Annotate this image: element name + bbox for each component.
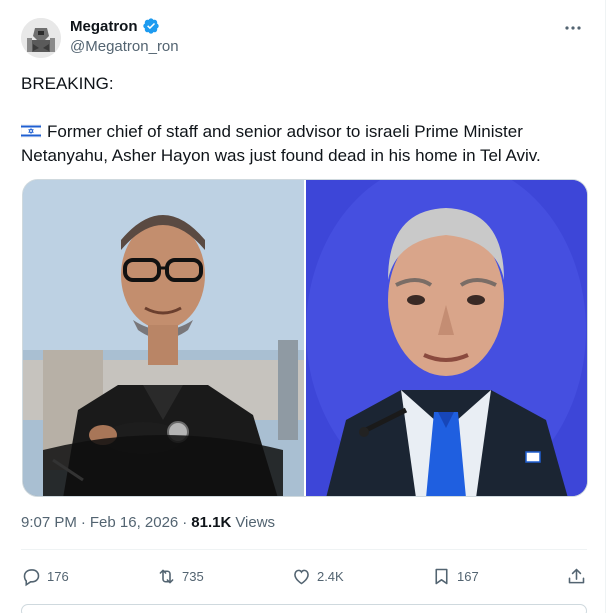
author-name-row[interactable]: Megatron bbox=[70, 17, 160, 35]
tweet-headline: BREAKING: bbox=[21, 74, 114, 93]
meta-separator: · bbox=[80, 514, 86, 531]
repost-icon bbox=[159, 569, 174, 583]
tweet-body: Former chief of staff and senior advisor… bbox=[21, 122, 541, 165]
photo-netanyahu-illustration bbox=[306, 180, 587, 496]
display-name[interactable]: Megatron bbox=[70, 18, 138, 35]
tweet-card: Megatron @Megatron_ron BREAKING: Former … bbox=[0, 0, 606, 613]
views-label: Views bbox=[235, 514, 276, 531]
divider bbox=[21, 549, 587, 550]
heart-icon bbox=[294, 569, 309, 584]
more-options-button[interactable] bbox=[563, 18, 583, 38]
bookmark-count: 167 bbox=[457, 568, 479, 584]
media-grid[interactable] bbox=[22, 179, 588, 497]
photo-man-with-glasses[interactable] bbox=[23, 180, 304, 496]
share-icon bbox=[568, 568, 585, 583]
verified-badge-icon bbox=[142, 18, 159, 34]
tweet-text: BREAKING: Former chief of staff and seni… bbox=[21, 72, 591, 168]
tweet-date[interactable]: Feb 16, 2026 bbox=[90, 514, 178, 531]
meta-separator: · bbox=[182, 514, 188, 531]
avatar[interactable] bbox=[21, 18, 61, 58]
views-count: 81.1K bbox=[191, 514, 232, 531]
reply-count: 176 bbox=[47, 568, 69, 584]
tweet-time[interactable]: 9:07 PM bbox=[21, 514, 77, 531]
israel-flag-icon bbox=[21, 124, 41, 138]
more-dots-icon bbox=[565, 26, 581, 30]
like-count: 2.4K bbox=[316, 568, 344, 584]
like-button[interactable]: 2.4K bbox=[291, 566, 344, 587]
bookmark-button[interactable]: 167 bbox=[431, 566, 479, 587]
author-handle[interactable]: @Megatron_ron bbox=[70, 38, 179, 55]
tweet-body-paragraph: Former chief of staff and senior advisor… bbox=[21, 120, 591, 168]
robot-avatar-icon bbox=[21, 18, 61, 58]
photo-man-with-glasses-illustration bbox=[23, 180, 304, 496]
repost-button[interactable]: 735 bbox=[156, 566, 204, 587]
action-bar: 176 735 2.4K 167 bbox=[21, 562, 587, 590]
tweet-meta: 9:07 PM · Feb 16, 2026 · 81.1K Views bbox=[21, 514, 275, 531]
bookmark-icon bbox=[435, 568, 448, 584]
reply-button[interactable]: 176 bbox=[21, 566, 69, 587]
share-button[interactable] bbox=[566, 566, 587, 587]
reply-icon bbox=[23, 568, 40, 586]
reply-composer-edge[interactable] bbox=[21, 604, 587, 613]
photo-netanyahu[interactable] bbox=[306, 180, 587, 496]
repost-count: 735 bbox=[181, 568, 204, 584]
